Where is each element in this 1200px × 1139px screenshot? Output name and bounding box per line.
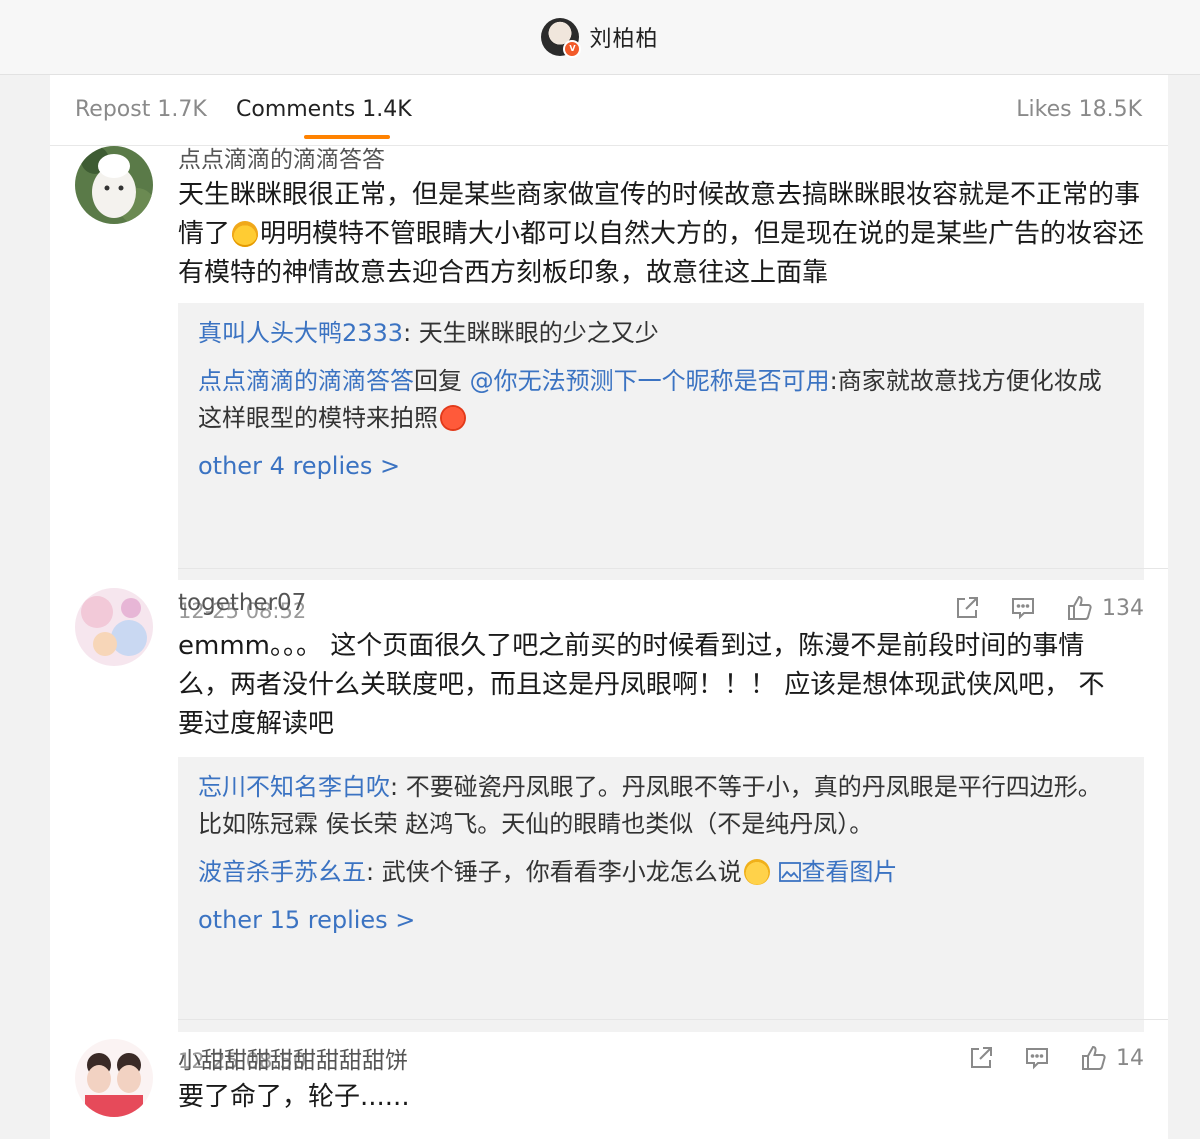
comment-avatar[interactable] <box>75 588 153 666</box>
profile-avatar[interactable]: V <box>541 18 582 58</box>
comment-avatar[interactable] <box>75 1039 153 1117</box>
reply-item: 点点滴滴的滴滴答答回复 @你无法预测下一个昵称是否可用:商家就故意找方便化妆成这… <box>198 363 1124 437</box>
more-replies-link[interactable]: other 15 replies > <box>198 902 1124 939</box>
reply-username[interactable]: 波音杀手苏幺五 <box>198 858 366 886</box>
comment-avatar[interactable] <box>75 146 153 224</box>
comment-username[interactable]: together07 <box>178 590 306 616</box>
tab-bar: Repost 1.7K Comments 1.4K Likes 18.5K <box>50 75 1168 146</box>
divider <box>178 1019 1168 1020</box>
reply-item: 真叫人头大鸭2333: 天生眯眯眼的少之又少 <box>198 315 1124 352</box>
reply-username[interactable]: 点点滴滴的滴滴答答 <box>198 367 414 395</box>
comment-text: 天生眯眯眼很正常，但是某些商家做宣传的时候故意去搞眯眯眼妆容就是不正常的事情了明… <box>178 176 1148 293</box>
comment-item: 点点滴滴的滴滴答答 天生眯眯眼很正常，但是某些商家做宣传的时候故意去搞眯眯眼妆容… <box>50 146 1168 646</box>
reply-text: 武侠个锤子，你看看李小龙怎么说 <box>381 858 742 886</box>
reply-username[interactable]: 忘川不知名李白吹 <box>198 773 390 801</box>
view-image-link[interactable]: 查看图片 <box>779 858 897 886</box>
comment-item: 小甜甜甜甜甜甜甜甜饼 要了命了，轮子...... <box>50 1038 1168 1139</box>
tab-likes[interactable]: Likes 18.5K <box>1016 97 1142 122</box>
comment-item: together07 emmm。。。 这个页面很久了吧之前买的时候看到过，陈漫不… <box>50 587 1168 1073</box>
replies-box: 真叫人头大鸭2333: 天生眯眯眼的少之又少 点点滴滴的滴滴答答回复 @你无法预… <box>178 303 1144 580</box>
reply-text: 天生眯眯眼的少之又少 <box>418 319 659 347</box>
reply-separator: : <box>403 319 419 347</box>
reply-separator: : <box>390 773 406 801</box>
reply-item: 波音杀手苏幺五: 武侠个锤子，你看看李小龙怎么说 查看图片 <box>198 854 1124 891</box>
reply-item: 忘川不知名李白吹: 不要碰瓷丹凤眼了。丹凤眼不等于小，真的丹凤眼是平行四边形。比… <box>198 769 1124 843</box>
reply-separator: : <box>366 858 382 886</box>
reply-username[interactable]: 真叫人头大鸭2333 <box>198 319 403 347</box>
view-image-label: 查看图片 <box>801 858 898 886</box>
replies-box: 忘川不知名李白吹: 不要碰瓷丹凤眼了。丹凤眼不等于小，真的丹凤眼是平行四边形。比… <box>178 757 1144 1032</box>
tab-repost[interactable]: Repost 1.7K <box>75 97 207 122</box>
verified-badge-icon: V <box>563 40 582 58</box>
active-tab-indicator <box>304 135 390 139</box>
shush-emoji-icon <box>743 859 770 885</box>
reply-verb: 回复 <box>414 367 470 395</box>
profile-name[interactable]: 刘柏柏 <box>589 21 658 53</box>
comment-text-part: 明明模特不管眼睛大小都可以自然大方的，但是现在说的是某些广告的妆容还有模特的神情… <box>178 219 1145 288</box>
divider <box>178 568 1168 569</box>
comment-username[interactable]: 小甜甜甜甜甜甜甜甜饼 <box>178 1041 408 1075</box>
comment-text: emmm。。。 这个页面很久了吧之前买的时候看到过，陈漫不是前段时间的事情么，两… <box>178 631 1105 739</box>
tab-comments[interactable]: Comments 1.4K <box>236 97 412 122</box>
more-replies-link[interactable]: other 4 replies > <box>198 448 1124 485</box>
crying-emoji-icon <box>232 221 259 247</box>
angry-emoji-icon <box>440 405 466 431</box>
top-bar: V 刘柏柏 <box>0 0 1200 75</box>
comment-text: 要了命了，轮子...... <box>178 1082 410 1112</box>
comment-username[interactable]: 点点滴滴的滴滴答答 <box>178 140 385 174</box>
image-icon <box>779 862 802 882</box>
reply-mention[interactable]: @你无法预测下一个昵称是否可用 <box>470 367 830 395</box>
comments-panel: Repost 1.7K Comments 1.4K Likes 18.5K 点点… <box>50 75 1168 1139</box>
